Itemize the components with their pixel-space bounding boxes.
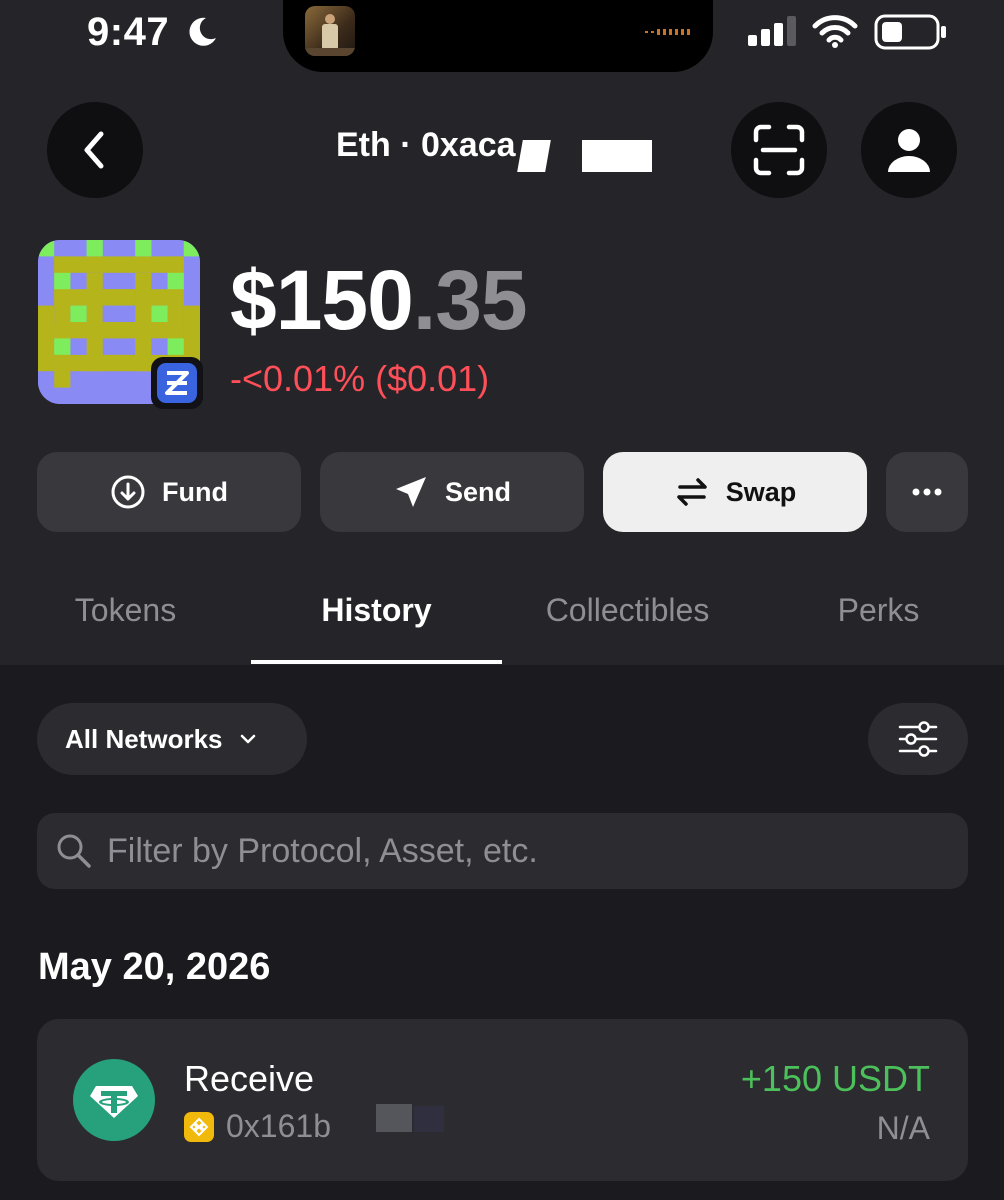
more-button[interactable] xyxy=(886,452,968,532)
moon-icon xyxy=(189,17,216,46)
scan-button[interactable] xyxy=(731,102,827,198)
balance-cents: .35 xyxy=(412,253,528,347)
send-button[interactable]: Send xyxy=(320,452,584,532)
history-date-heading: May 20, 2026 xyxy=(38,946,271,988)
tab-collectibles[interactable]: Collectibles xyxy=(502,592,753,629)
scan-icon xyxy=(753,124,805,176)
bnb-icon xyxy=(184,1112,214,1142)
swap-button[interactable]: Swap xyxy=(603,452,867,532)
transaction-fiat-value: N/A xyxy=(876,1110,930,1146)
redaction-mark xyxy=(517,140,551,172)
filter-settings-button[interactable] xyxy=(868,703,968,775)
audio-wave-icon xyxy=(645,29,690,35)
tab-tokens[interactable]: Tokens xyxy=(0,592,251,629)
transaction-row[interactable] xyxy=(37,1019,968,1181)
transaction-address: 0x161b xyxy=(226,1108,331,1144)
redaction-mark xyxy=(414,1106,444,1132)
back-button[interactable] xyxy=(47,102,143,198)
network-dropdown-label: All Networks xyxy=(65,723,223,754)
network-dropdown[interactable]: All Networks xyxy=(37,703,307,775)
wallet-badge xyxy=(151,357,203,409)
cellular-signal-icon xyxy=(748,16,796,46)
active-tab-indicator xyxy=(251,660,502,664)
sliders-icon xyxy=(898,721,938,757)
wallet-logo-icon xyxy=(157,363,197,403)
swap-arrows-icon xyxy=(676,478,707,506)
profile-button[interactable] xyxy=(861,102,957,198)
more-dots-icon xyxy=(912,488,942,496)
send-icon xyxy=(395,477,426,507)
search-box[interactable] xyxy=(37,813,968,889)
tether-icon xyxy=(73,1059,155,1141)
redaction-mark xyxy=(376,1104,412,1132)
battery-icon xyxy=(874,14,946,50)
arrow-down-circle-icon xyxy=(111,475,145,509)
status-time: 9:47 xyxy=(87,10,170,54)
fund-label: Fund xyxy=(162,476,228,507)
chevron-left-icon xyxy=(84,131,104,169)
fund-button[interactable]: Fund xyxy=(37,452,301,532)
search-icon xyxy=(57,834,91,868)
redaction-mark xyxy=(582,140,652,172)
chevron-down-icon xyxy=(240,734,255,744)
wifi-icon xyxy=(812,15,858,48)
transaction-type: Receive xyxy=(184,1058,315,1099)
media-thumbnail[interactable] xyxy=(305,6,355,56)
balance-dollars: $150 xyxy=(230,253,414,347)
swap-label: Swap xyxy=(725,476,797,507)
tab-perks[interactable]: Perks xyxy=(753,592,1004,629)
balance-change: -<0.01% ($0.01) xyxy=(230,358,490,399)
send-label: Send xyxy=(444,476,511,507)
balance-amount: $150.35 xyxy=(230,252,528,349)
wallet-title[interactable]: Eth · 0xaca xyxy=(336,126,516,165)
search-input[interactable] xyxy=(105,830,929,872)
transaction-amount: +150 USDT xyxy=(740,1058,930,1099)
user-icon xyxy=(888,129,930,172)
tab-history[interactable]: History xyxy=(251,592,502,629)
